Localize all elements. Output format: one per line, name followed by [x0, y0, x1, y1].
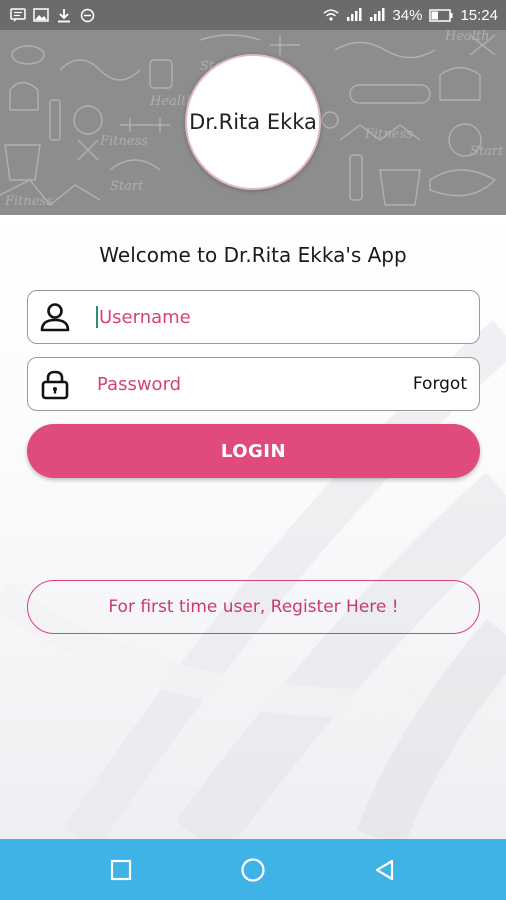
welcome-title: Welcome to Dr.Rita Ekka's App: [99, 243, 407, 267]
register-button[interactable]: For first time user, Register Here !: [27, 580, 480, 634]
svg-text:Start: Start: [110, 179, 144, 194]
wifi-icon: [323, 7, 340, 23]
logo-circle: Dr.Rita Ekka: [185, 54, 321, 190]
password-placeholder: Password: [97, 373, 182, 395]
status-right: 34% 15:24: [323, 7, 498, 24]
battery-icon: [429, 7, 453, 23]
back-icon[interactable]: [365, 850, 405, 890]
user-icon: [38, 300, 72, 334]
status-bar: 34% 15:24: [0, 0, 506, 30]
minus-circle-icon: [79, 7, 95, 23]
username-field[interactable]: Username: [27, 290, 480, 344]
svg-text:Fitness: Fitness: [4, 194, 53, 209]
logo-text: Dr.Rita Ekka: [189, 110, 317, 134]
image-icon: [33, 7, 49, 23]
clock: 15:24: [460, 6, 498, 24]
status-left: [10, 7, 95, 23]
recent-apps-icon[interactable]: [101, 850, 141, 890]
header-banner: Health Fitness Start Fitness Health Star…: [0, 30, 506, 215]
signal-icon: [369, 7, 385, 23]
message-icon: [10, 7, 26, 23]
login-button[interactable]: LOGIN: [27, 424, 480, 478]
svg-text:Fitness: Fitness: [99, 134, 148, 149]
download-icon: [56, 7, 72, 23]
svg-text:Fitness: Fitness: [364, 127, 413, 142]
password-field[interactable]: Password Forgot: [27, 357, 480, 411]
username-placeholder: Username: [99, 306, 191, 328]
signal-icon: [346, 7, 362, 23]
battery-percent: 34%: [392, 6, 423, 24]
text-caret: [96, 306, 98, 328]
lock-icon: [38, 367, 72, 401]
home-icon[interactable]: [233, 850, 273, 890]
svg-text:Health: Health: [444, 30, 490, 44]
forgot-link[interactable]: Forgot: [413, 374, 467, 394]
svg-text:Start: Start: [470, 144, 504, 159]
navigation-bar: [0, 839, 506, 900]
